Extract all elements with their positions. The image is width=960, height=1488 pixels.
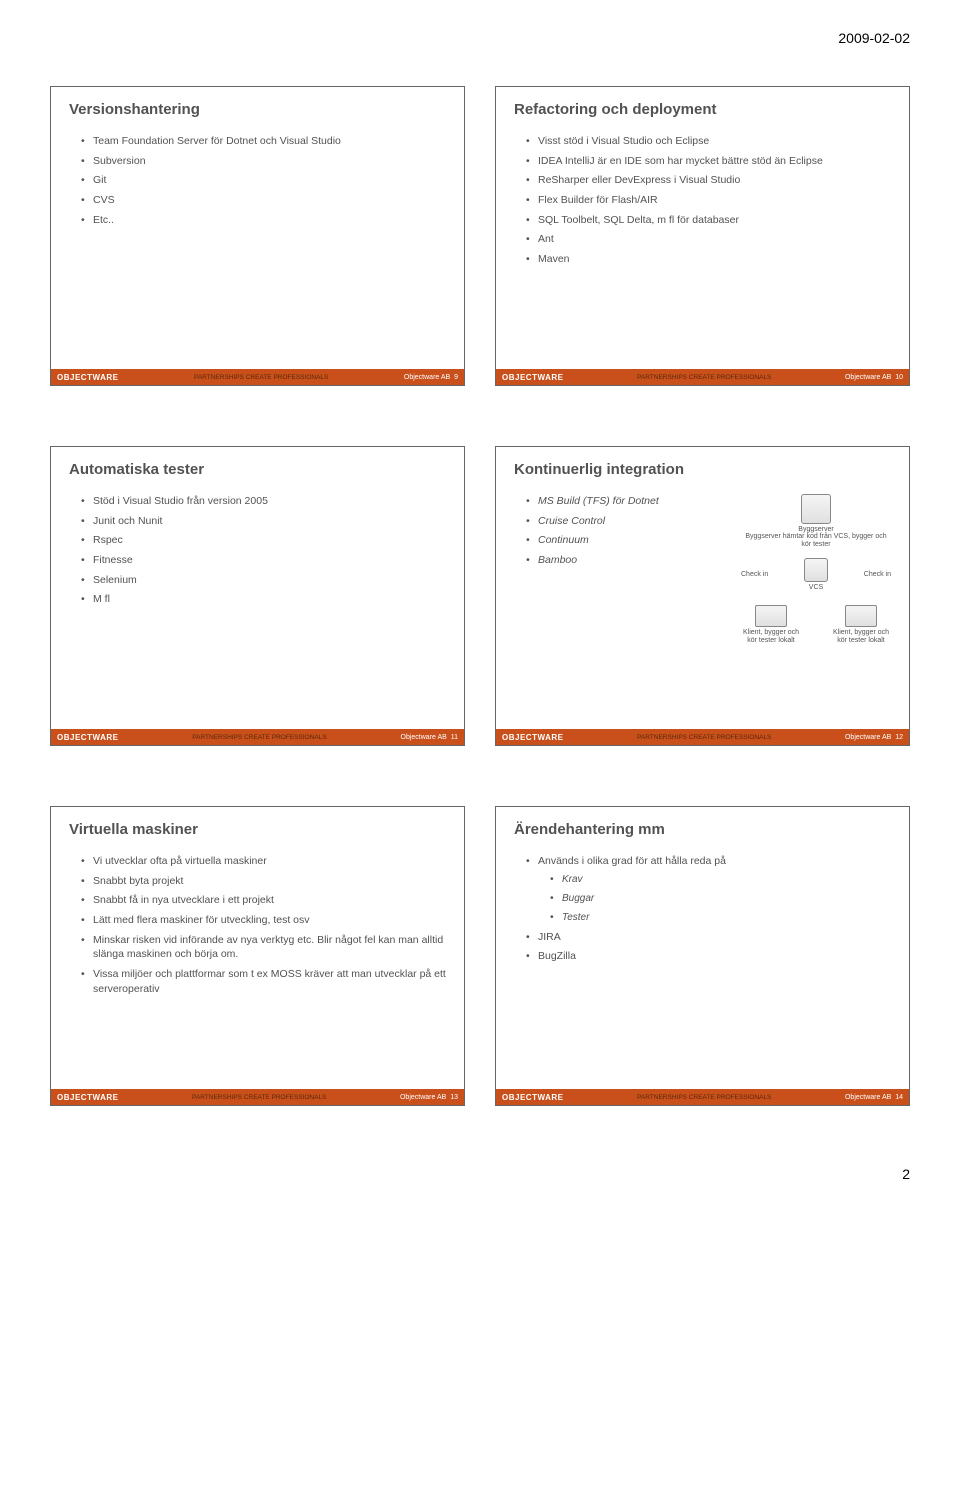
slide-13: Virtuella maskiner Vi utvecklar ofta på … — [50, 806, 465, 1106]
list-item: Continuum — [528, 533, 731, 548]
slide-title: Versionshantering — [69, 101, 446, 118]
list-item: Vi utvecklar ofta på virtuella maskiner — [83, 854, 446, 869]
list-item: BugZilla — [528, 949, 891, 964]
list-item: Rspec — [83, 533, 446, 548]
footer-page: Objectware AB 11 — [401, 734, 458, 741]
diagram-label: Byggserver hämtar kod från VCS, bygger o… — [741, 533, 891, 548]
diagram-label: Byggserver — [741, 526, 891, 533]
footer-logo: OBJECTWARE — [57, 733, 118, 742]
list-item: Subversion — [83, 154, 446, 169]
list-item: Etc.. — [83, 213, 446, 228]
laptop-icon — [845, 605, 877, 627]
footer-tagline: PARTNERSHIPS CREATE PROFESSIONALS — [637, 1094, 771, 1101]
list-item: Cruise Control — [528, 514, 731, 529]
list-item: Används i olika grad för att hålla reda … — [528, 854, 891, 925]
integration-diagram: Byggserver Byggserver hämtar kod från VC… — [741, 494, 891, 645]
footer-tagline: PARTNERSHIPS CREATE PROFESSIONALS — [192, 734, 326, 741]
footer-tagline: PARTNERSHIPS CREATE PROFESSIONALS — [192, 1094, 326, 1101]
slide-list: Vi utvecklar ofta på virtuella maskiner … — [69, 854, 446, 997]
slide-row-1: Versionshantering Team Foundation Server… — [50, 86, 910, 386]
diagram-label: VCS — [804, 584, 828, 591]
list-item: ReSharper eller DevExpress i Visual Stud… — [528, 173, 891, 188]
slide-list: MS Build (TFS) för Dotnet Cruise Control… — [514, 494, 731, 645]
vcs-icon — [804, 558, 828, 582]
list-item: JIRA — [528, 930, 891, 945]
list-item: Bamboo — [528, 553, 731, 568]
diagram-label: Check in — [864, 571, 891, 578]
slide-row-3: Virtuella maskiner Vi utvecklar ofta på … — [50, 806, 910, 1106]
footer-logo: OBJECTWARE — [502, 733, 563, 742]
slide-footer: OBJECTWARE PARTNERSHIPS CREATE PROFESSIO… — [51, 369, 464, 385]
list-item: Flex Builder för Flash/AIR — [528, 193, 891, 208]
footer-logo: OBJECTWARE — [57, 373, 118, 382]
list-subitem: Tester — [552, 911, 891, 925]
footer-page: Objectware AB 13 — [400, 1094, 458, 1101]
slide-list: Visst stöd i Visual Studio och Eclipse I… — [514, 134, 891, 267]
footer-page: Objectware AB 9 — [404, 374, 458, 381]
list-item: SQL Toolbelt, SQL Delta, m fl för databa… — [528, 213, 891, 228]
slide-list: Team Foundation Server för Dotnet och Vi… — [69, 134, 446, 227]
slide-title: Refactoring och deployment — [514, 101, 891, 118]
slide-list: Stöd i Visual Studio från version 2005 J… — [69, 494, 446, 607]
list-item: MS Build (TFS) för Dotnet — [528, 494, 731, 509]
list-item: Git — [83, 173, 446, 188]
slide-9: Versionshantering Team Foundation Server… — [50, 86, 465, 386]
list-item: Lätt med flera maskiner för utveckling, … — [83, 913, 446, 928]
list-item: Ant — [528, 232, 891, 247]
footer-page: Objectware AB 12 — [845, 734, 903, 741]
footer-logo: OBJECTWARE — [502, 373, 563, 382]
footer-logo: OBJECTWARE — [502, 1093, 563, 1102]
footer-page: Objectware AB 14 — [845, 1094, 903, 1101]
slide-title: Ärendehantering mm — [514, 821, 891, 838]
footer-tagline: PARTNERSHIPS CREATE PROFESSIONALS — [637, 734, 771, 741]
list-item: CVS — [83, 193, 446, 208]
page-date: 2009-02-02 — [50, 30, 910, 46]
slide-footer: OBJECTWARE PARTNERSHIPS CREATE PROFESSIO… — [496, 369, 909, 385]
footer-tagline: PARTNERSHIPS CREATE PROFESSIONALS — [194, 374, 328, 381]
list-subitem: Buggar — [552, 892, 891, 906]
list-item: M fl — [83, 592, 446, 607]
list-item: Snabbt få in nya utvecklare i ett projek… — [83, 893, 446, 908]
diagram-label: Check in — [741, 571, 768, 578]
diagram-label: Klient, bygger och kör tester lokalt — [741, 629, 801, 644]
slide-12: Kontinuerlig integration MS Build (TFS) … — [495, 446, 910, 746]
slide-11: Automatiska tester Stöd i Visual Studio … — [50, 446, 465, 746]
list-item: Fitnesse — [83, 553, 446, 568]
list-subitem: Krav — [552, 873, 891, 887]
list-item: Stöd i Visual Studio från version 2005 — [83, 494, 446, 509]
list-item: Minskar risken vid införande av nya verk… — [83, 933, 446, 962]
list-item: Maven — [528, 252, 891, 267]
slide-title: Virtuella maskiner — [69, 821, 446, 838]
footer-tagline: PARTNERSHIPS CREATE PROFESSIONALS — [637, 374, 771, 381]
slide-title: Automatiska tester — [69, 461, 446, 478]
laptop-icon — [755, 605, 787, 627]
list-item: Vissa miljöer och plattformar som t ex M… — [83, 967, 446, 996]
list-item: Visst stöd i Visual Studio och Eclipse — [528, 134, 891, 149]
footer-logo: OBJECTWARE — [57, 1093, 118, 1102]
slide-10: Refactoring och deployment Visst stöd i … — [495, 86, 910, 386]
list-item: Team Foundation Server för Dotnet och Vi… — [83, 134, 446, 149]
list-item: IDEA IntelliJ är en IDE som har mycket b… — [528, 154, 891, 169]
slide-title: Kontinuerlig integration — [514, 461, 891, 478]
server-icon — [801, 494, 831, 524]
slide-14: Ärendehantering mm Används i olika grad … — [495, 806, 910, 1106]
list-item: Snabbt byta projekt — [83, 874, 446, 889]
list-item: Junit och Nunit — [83, 514, 446, 529]
page-number: 2 — [50, 1166, 910, 1182]
slide-footer: OBJECTWARE PARTNERSHIPS CREATE PROFESSIO… — [51, 729, 464, 745]
slide-footer: OBJECTWARE PARTNERSHIPS CREATE PROFESSIO… — [51, 1089, 464, 1105]
footer-page: Objectware AB 10 — [845, 374, 903, 381]
list-item: Selenium — [83, 573, 446, 588]
slide-footer: OBJECTWARE PARTNERSHIPS CREATE PROFESSIO… — [496, 1089, 909, 1105]
slide-row-2: Automatiska tester Stöd i Visual Studio … — [50, 446, 910, 746]
slide-list: Används i olika grad för att hålla reda … — [514, 854, 891, 964]
diagram-label: Klient, bygger och kör tester lokalt — [831, 629, 891, 644]
slide-footer: OBJECTWARE PARTNERSHIPS CREATE PROFESSIO… — [496, 729, 909, 745]
